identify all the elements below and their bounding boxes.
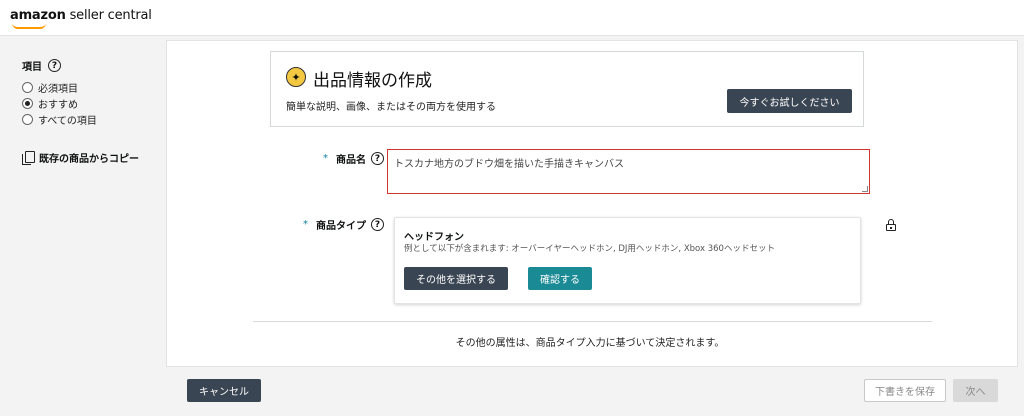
required-marker: *: [323, 153, 328, 164]
radio-button-selected[interactable]: [22, 98, 33, 109]
logo-smile-icon: [12, 23, 46, 29]
main-panel: ✦ 出品情報の作成 簡単な説明、画像、またはその両方を使用する 今すぐお試しくだ…: [166, 40, 1018, 367]
next-button[interactable]: 次へ: [953, 379, 998, 402]
logo-product: seller central: [65, 8, 152, 23]
product-type-description: 例として以下が含まれます: オーバーイヤーヘッドホン, DJ用ヘッドホン, Xb…: [404, 244, 775, 254]
sidebar-title-label: 項目: [22, 62, 42, 73]
product-type-label-text: 商品タイプ: [316, 221, 366, 232]
try-now-button[interactable]: 今すぐお試しください: [727, 89, 852, 113]
lock-icon: [886, 219, 896, 231]
copy-from-existing-link[interactable]: 既存の商品からコピー: [22, 150, 139, 165]
cancel-button[interactable]: キャンセル: [187, 379, 261, 402]
help-icon[interactable]: ?: [371, 152, 384, 165]
product-name-input[interactable]: トスカナ地方のブドウ畑を描いた手描きキャンバス: [387, 149, 870, 194]
attributes-note: その他の属性は、商品タイプ入力に基づいて決定されます。: [455, 338, 725, 349]
confirm-button[interactable]: 確認する: [528, 267, 592, 290]
required-marker: *: [303, 219, 308, 230]
promo-title: 出品情報の作成: [313, 71, 432, 91]
top-bar: amazon seller central: [0, 0, 1024, 36]
copy-icon: [22, 151, 35, 165]
sidebar-title: 項目 ?: [22, 58, 61, 73]
copy-label: 既存の商品からコピー: [39, 154, 139, 165]
magic-wand-icon: ✦: [286, 67, 306, 87]
save-draft-button[interactable]: 下書きを保存: [864, 379, 946, 402]
radio-label: 必須項目: [38, 84, 78, 95]
radio-button[interactable]: [22, 82, 33, 93]
radio-label: すべての項目: [38, 116, 97, 127]
amazon-seller-central-logo[interactable]: amazon seller central: [10, 8, 152, 29]
product-type-name: ヘッドフォン: [404, 232, 464, 243]
radio-label: おすすめ: [38, 100, 78, 111]
help-icon[interactable]: ?: [371, 218, 384, 231]
product-name-label: * 商品名 ?: [323, 151, 384, 166]
select-other-button[interactable]: その他を選択する: [404, 267, 508, 290]
radio-recommended[interactable]: おすすめ: [22, 96, 78, 111]
promo-subtitle: 簡単な説明、画像、またはその両方を使用する: [286, 102, 496, 113]
product-name-label-text: 商品名: [336, 155, 366, 166]
radio-all-items[interactable]: すべての項目: [22, 112, 97, 127]
logo-brand: amazon: [10, 8, 66, 23]
radio-button[interactable]: [22, 114, 33, 125]
create-listing-promo: ✦ 出品情報の作成 簡単な説明、画像、またはその両方を使用する 今すぐお試しくだ…: [270, 51, 864, 127]
radio-required[interactable]: 必須項目: [22, 80, 78, 95]
product-type-card: ヘッドフォン 例として以下が含まれます: オーバーイヤーヘッドホン, DJ用ヘッ…: [394, 217, 861, 304]
resize-handle-icon[interactable]: [862, 186, 868, 192]
product-name-value: トスカナ地方のブドウ畑を描いた手描きキャンバス: [394, 159, 624, 170]
divider: [253, 321, 932, 322]
product-type-label: * 商品タイプ ?: [303, 217, 384, 232]
sidebar: 項目 ? 必須項目 おすすめ すべての項目 既存の商品からコピー: [0, 36, 166, 416]
help-icon[interactable]: ?: [48, 59, 61, 72]
